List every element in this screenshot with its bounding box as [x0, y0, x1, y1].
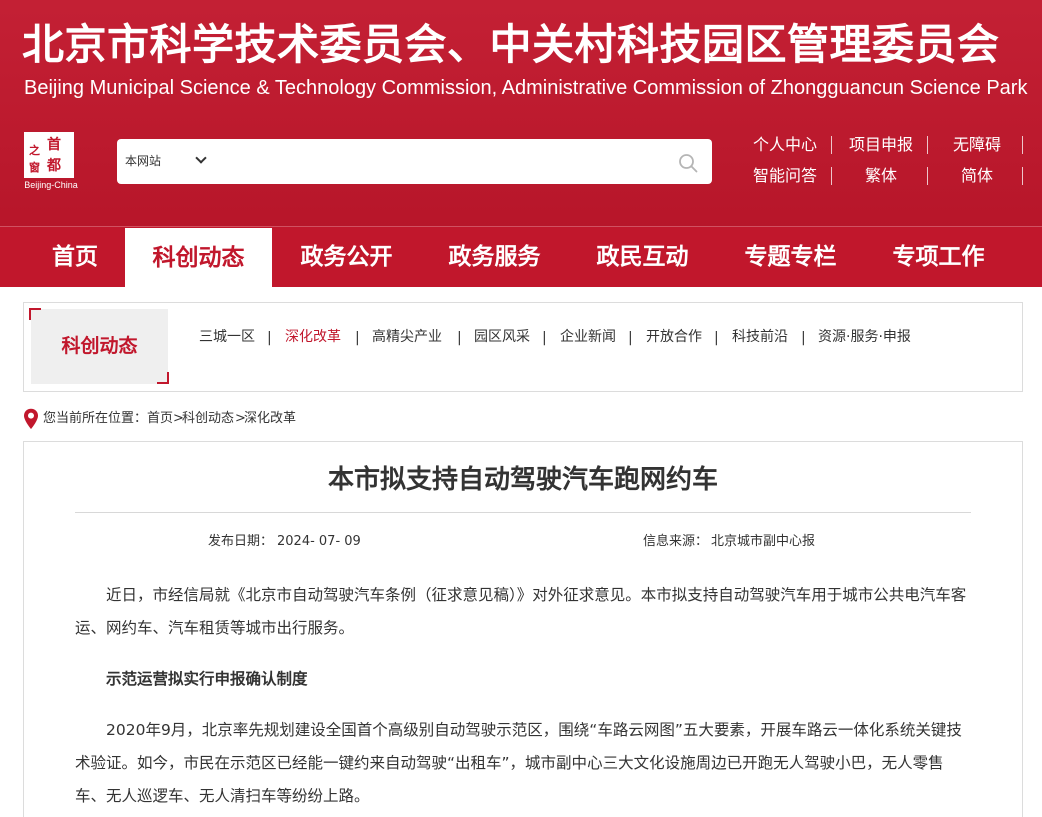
subnav-panel — [23, 302, 1023, 392]
subnav-section-label: 科创动态 — [31, 309, 168, 384]
logo-char-3: 之 — [29, 144, 40, 157]
subnav-item-reform[interactable]: 深化改革 — [285, 327, 341, 347]
nav-tech-news[interactable]: 科创动态 — [125, 228, 272, 301]
site-title-cn: 北京市科学技术委员会、中关村科技园区管理委员会 — [22, 20, 1000, 69]
corner-accent-bottom-right — [157, 372, 169, 384]
logo-subtitle: Beijing-China — [24, 180, 78, 190]
nav-special-work[interactable]: 专项工作 — [866, 227, 1011, 288]
subnav-separator: | — [267, 330, 272, 346]
subnav-separator: | — [355, 330, 360, 346]
site-title-en: Beijing Municipal Science & Technology C… — [24, 77, 1028, 99]
util-divider — [927, 136, 928, 154]
capital-window-logo[interactable]: 首 都 之 窗 Beijing-China — [22, 132, 80, 190]
subnav-item-open-cooperation[interactable]: 开放合作 — [646, 327, 702, 347]
nav-gov-services[interactable]: 政务服务 — [422, 227, 567, 288]
search-scope-select[interactable]: 本网站 — [125, 151, 207, 171]
breadcrumb-tech-news[interactable]: 科创动态 — [182, 410, 234, 428]
accessibility-link[interactable]: 无障碍 — [938, 135, 1016, 155]
subnav-item-three-cities[interactable]: 三城一区 — [199, 327, 255, 347]
logo-char-4: 窗 — [29, 161, 40, 174]
article-paragraph: 2020年9月，北京率先规划建设全国首个高级别自动驾驶示范区，围绕“车路云网图”… — [75, 721, 962, 805]
source-name: 北京城市副中心报 — [711, 534, 816, 549]
subnav-item-resources[interactable]: 资源·服务·申报 — [818, 327, 911, 347]
search-scope-value: 本网站 — [125, 154, 162, 168]
smart-qa-link[interactable]: 智能问答 — [746, 166, 824, 186]
main-nav: 首页 科创动态 政务公开 政务服务 政民互动 专题专栏 专项工作 — [0, 226, 1042, 301]
subnav-separator: | — [628, 330, 633, 346]
breadcrumb-home[interactable]: 首页 — [147, 410, 173, 428]
project-apply-link[interactable]: 项目申报 — [842, 135, 920, 155]
subnav-item-hightech[interactable]: 高精尖产业 — [372, 327, 442, 347]
search-input[interactable] — [217, 149, 677, 175]
search-icon[interactable] — [678, 153, 698, 173]
article-title: 本市拟支持自动驾驶汽车跑网约车 — [327, 465, 718, 495]
util-divider — [927, 167, 928, 185]
article-subheading: 示范运营拟实行申报确认制度 — [106, 670, 308, 688]
util-divider — [1022, 136, 1023, 154]
search-bar: 本网站 — [117, 139, 712, 184]
source-label: 信息来源： — [643, 534, 709, 549]
util-divider — [1022, 167, 1023, 185]
nav-special-topics[interactable]: 专题专栏 — [718, 227, 863, 288]
logo-char-2: 都 — [47, 158, 61, 174]
subnav-separator: | — [714, 330, 719, 346]
traditional-chinese-link[interactable]: 繁体 — [842, 166, 920, 186]
article-paragraph: 近日，市经信局就《北京市自动驾驶汽车条例（征求意见稿）》对外征求意见。本市拟支持… — [75, 586, 967, 637]
subnav-separator: | — [542, 330, 547, 346]
subnav-item-park-scenery[interactable]: 园区风采 — [474, 327, 530, 347]
util-divider — [831, 167, 832, 185]
breadcrumb-reform[interactable]: 深化改革 — [244, 410, 296, 428]
publish-date: 2024- 07- 09 — [277, 534, 361, 549]
util-divider — [831, 136, 832, 154]
site-header: 北京市科学技术委员会、中关村科技园区管理委员会 Beijing Municipa… — [0, 0, 1042, 226]
location-pin-icon — [24, 408, 38, 429]
publish-date-label: 发布日期： — [208, 534, 274, 549]
chevron-down-icon — [195, 152, 207, 164]
simplified-chinese-link[interactable]: 简体 — [938, 166, 1016, 186]
breadcrumb-prefix: 您当前所在位置： — [43, 411, 148, 426]
nav-gov-affairs-open[interactable]: 政务公开 — [274, 227, 419, 288]
subnav-separator: | — [457, 330, 462, 346]
logo-char-1: 首 — [47, 137, 61, 153]
subnav-item-company-news[interactable]: 企业新闻 — [560, 327, 616, 347]
subnav-separator: | — [801, 330, 806, 346]
logo-emblem: 首 都 之 窗 — [24, 132, 74, 178]
nav-home[interactable]: 首页 — [28, 227, 122, 288]
subnav-item-tech-frontier[interactable]: 科技前沿 — [732, 327, 788, 347]
corner-accent-top-left — [29, 308, 41, 320]
nav-public-interaction[interactable]: 政民互动 — [570, 227, 715, 288]
personal-center-link[interactable]: 个人中心 — [746, 135, 824, 155]
title-divider — [75, 512, 971, 513]
